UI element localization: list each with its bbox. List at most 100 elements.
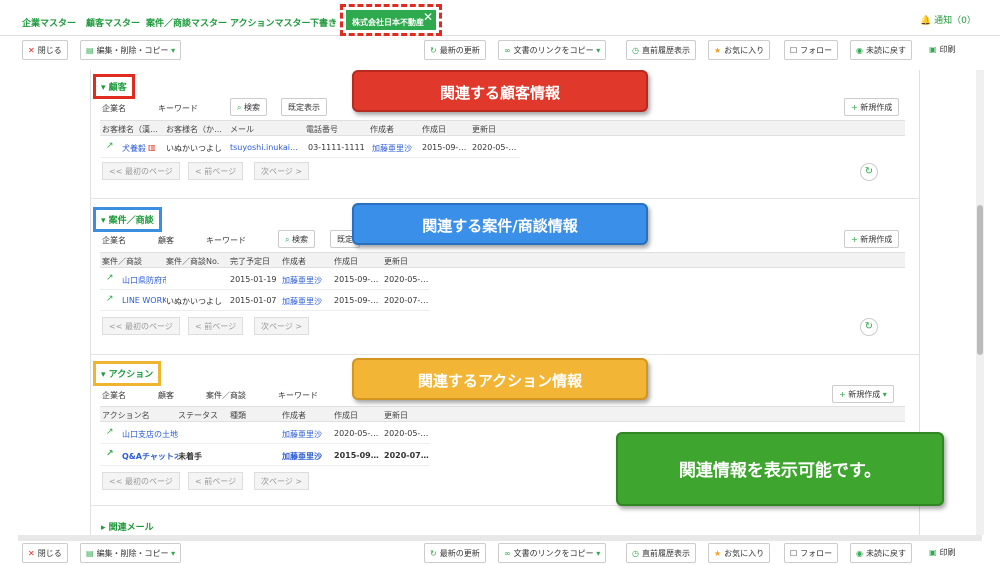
deal-creator-link[interactable]: 加藤亜里沙	[282, 296, 322, 307]
close-button[interactable]: ✕ 閉じる	[22, 543, 68, 563]
favorite-button[interactable]: ★ お気に入り	[708, 543, 771, 563]
column-header[interactable]: メール	[230, 124, 254, 135]
first-page-button[interactable]: << 最初のページ	[102, 162, 180, 180]
column-header[interactable]: 作成者	[282, 256, 306, 267]
action-creator-link[interactable]: 加藤亜里沙	[282, 429, 322, 440]
copy-link-button[interactable]: ∞ 文書のリンクをコピー ▾	[498, 543, 607, 563]
action-creator-link[interactable]: 加藤亜里沙	[282, 451, 322, 462]
first-page-button[interactable]: << 最初のページ	[102, 317, 180, 335]
tab-deal-master[interactable]: 案件／商談マスター	[146, 16, 227, 29]
customer-creator-link[interactable]: 加藤亜里沙	[372, 143, 412, 154]
scrollbar-thumb[interactable]	[977, 205, 983, 355]
customer-name-link[interactable]: 犬養毅	[122, 143, 146, 154]
close-button[interactable]: ✕ 閉じる	[22, 40, 68, 60]
tab-action-master[interactable]: アクションマスター	[230, 16, 311, 29]
prev-page-button[interactable]: < 前ページ	[188, 162, 244, 180]
tab-customer-master[interactable]: 顧客マスター	[86, 16, 140, 29]
tab-active-document[interactable]: 株式会社日本不動産 ✕	[340, 4, 442, 36]
prev-page-button[interactable]: < 前ページ	[188, 317, 244, 335]
deal-new-button[interactable]: + 新規作成	[844, 230, 900, 248]
deal-search-button[interactable]: ⌕ 検索	[278, 230, 316, 248]
customer-default-view-button[interactable]: 既定表示	[281, 98, 327, 116]
customer-section-toggle[interactable]: ▾ 顧客	[93, 74, 135, 99]
column-header[interactable]: お客様名（か…	[166, 124, 222, 135]
related-mail-toggle[interactable]: ▸ 関連メール	[96, 517, 159, 536]
action-name-link[interactable]: 山口支店の土地	[122, 429, 178, 440]
deal-filter-company[interactable]: 企業名	[102, 235, 126, 246]
close-icon[interactable]: ✕	[423, 10, 433, 24]
print-button[interactable]: ▣ 印刷	[924, 543, 961, 563]
customer-email-link[interactable]: tsuyoshi.inukai…	[230, 143, 298, 152]
refresh-icon[interactable]: ↻	[860, 163, 878, 181]
table-row[interactable]: ↗ LINE WORK いぬかいつよし 2015-01-07 加藤亜里沙 201…	[100, 291, 430, 311]
refresh-button[interactable]: ↻ 最新の更新	[424, 40, 486, 60]
column-header[interactable]: 作成者	[282, 410, 306, 421]
customer-filter-keyword[interactable]: キーワード	[158, 103, 198, 114]
notification-link[interactable]: 🔔 通知（0）	[920, 13, 976, 26]
next-page-button[interactable]: 次ページ >	[254, 472, 310, 490]
table-row[interactable]: ↗ 犬養毅 ▥ いぬかいつよし tsuyoshi.inukai… 03-1111…	[100, 138, 520, 158]
deal-name-link[interactable]: 山口県防府市	[122, 275, 166, 286]
column-header[interactable]: ステータス	[178, 410, 218, 421]
action-filter-company[interactable]: 企業名	[102, 390, 126, 401]
customer-search-button[interactable]: ⌕ 検索	[230, 98, 268, 116]
action-created: 2020-05-…	[334, 429, 379, 438]
column-header[interactable]: 作成日	[334, 256, 358, 267]
column-header[interactable]: アクション名	[102, 410, 150, 421]
customer-filter-company[interactable]: 企業名	[102, 103, 126, 114]
deal-creator-link[interactable]: 加藤亜里沙	[282, 275, 322, 286]
action-name-link[interactable]: Q&Aチャットオ	[122, 451, 178, 462]
table-row[interactable]: ↗ 山口県防府市 2015-01-19 加藤亜里沙 2015-09-… 2020…	[100, 270, 430, 290]
print-button[interactable]: ▣ 印刷	[924, 40, 961, 60]
next-page-button[interactable]: 次ページ >	[254, 317, 310, 335]
open-external-icon[interactable]: ↗	[106, 449, 114, 459]
copy-link-button[interactable]: ∞ 文書のリンクをコピー ▾	[498, 40, 607, 60]
refresh-icon[interactable]: ↻	[860, 318, 878, 336]
column-header[interactable]: 更新日	[384, 256, 408, 267]
customer-new-button[interactable]: + 新規作成	[844, 98, 900, 116]
edit-dropdown-button[interactable]: ▤ 編集・削除・コピー ▾	[80, 40, 182, 60]
column-header[interactable]: 作成日	[334, 410, 358, 421]
column-header[interactable]: 案件／商談No.	[166, 256, 219, 267]
follow-button[interactable]: ☐ フォロー	[784, 543, 839, 563]
column-header[interactable]: 更新日	[472, 124, 496, 135]
table-row[interactable]: ↗ Q&Aチャットオ 未着手 加藤亜里沙 2015-09… 2020-07…	[100, 446, 430, 466]
open-external-icon[interactable]: ↗	[106, 427, 114, 437]
column-header[interactable]: 更新日	[384, 410, 408, 421]
mark-unread-button[interactable]: ◉ 未読に戻す	[850, 40, 912, 60]
open-external-icon[interactable]: ↗	[106, 141, 114, 151]
horizontal-scrollbar[interactable]	[18, 535, 982, 541]
action-filter-deal[interactable]: 案件／商談	[206, 390, 246, 401]
column-header[interactable]: 電話番号	[306, 124, 338, 135]
first-page-button[interactable]: << 最初のページ	[102, 472, 180, 490]
open-external-icon[interactable]: ↗	[106, 273, 114, 283]
deal-section-toggle[interactable]: ▾ 案件／商談	[93, 207, 162, 232]
favorite-button[interactable]: ★ お気に入り	[708, 40, 771, 60]
column-header[interactable]: 案件／商談	[102, 256, 142, 267]
deal-filter-customer[interactable]: 顧客	[158, 235, 174, 246]
action-section-toggle[interactable]: ▾ アクション	[93, 361, 162, 386]
action-filter-customer[interactable]: 顧客	[158, 390, 174, 401]
deal-filter-keyword[interactable]: キーワード	[206, 235, 246, 246]
history-button[interactable]: ◷ 直前履歴表示	[626, 40, 696, 60]
action-filter-keyword[interactable]: キーワード	[278, 390, 318, 401]
next-page-button[interactable]: 次ページ >	[254, 162, 310, 180]
refresh-button[interactable]: ↻ 最新の更新	[424, 543, 486, 563]
open-external-icon[interactable]: ↗	[106, 294, 114, 304]
follow-button[interactable]: ☐ フォロー	[784, 40, 839, 60]
column-header[interactable]: 作成日	[422, 124, 446, 135]
tab-draft[interactable]: 下書き	[310, 16, 337, 29]
history-button[interactable]: ◷ 直前履歴表示	[626, 543, 696, 563]
column-header[interactable]: 作成者	[370, 124, 394, 135]
tab-company-master[interactable]: 企業マスター	[22, 16, 76, 29]
table-row[interactable]: ↗ 山口支店の土地 加藤亜里沙 2020-05-… 2020-05-…	[100, 424, 430, 444]
mark-unread-button[interactable]: ◉ 未読に戻す	[850, 543, 912, 563]
prev-page-button[interactable]: < 前ページ	[188, 472, 244, 490]
edit-dropdown-button[interactable]: ▤ 編集・削除・コピー ▾	[80, 543, 182, 563]
deal-name-link[interactable]: LINE WORK	[122, 296, 166, 305]
action-new-dropdown-button[interactable]: + 新規作成 ▾	[832, 385, 894, 403]
column-header[interactable]: お客様名（漢…	[102, 124, 158, 135]
column-header[interactable]: 完了予定日	[230, 256, 270, 267]
column-header[interactable]: 種類	[230, 410, 246, 421]
deal-due-date: 2015-01-07	[230, 296, 277, 305]
